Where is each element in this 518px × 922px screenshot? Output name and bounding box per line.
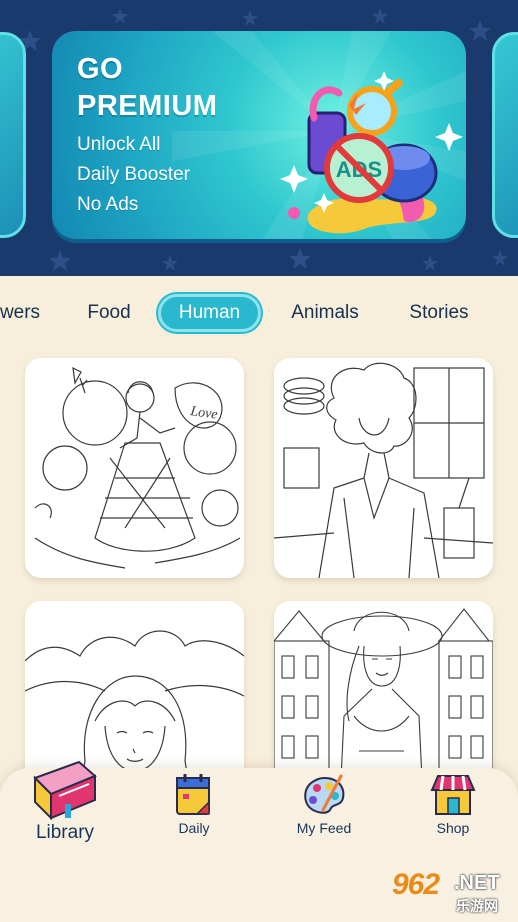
tab-food[interactable]: Food (84, 294, 134, 332)
feature-unlock-all: Unlock All (77, 134, 161, 155)
nav-my-feed[interactable]: My Feed (291, 770, 357, 836)
feature-daily-booster: Daily Booster (77, 164, 190, 185)
feature-no-ads: No Ads (77, 194, 139, 215)
premium-banner-area: GO PREMIUM Unlock All Daily Booster No A… (0, 0, 518, 276)
nav-daily[interactable]: Daily (164, 770, 224, 836)
watermark-suffix: .NET (454, 872, 500, 894)
previous-banner-card[interactable] (0, 32, 26, 238)
site-watermark: 962 .NET 乐游网 (388, 868, 514, 920)
premium-title: GO PREMIUM (77, 51, 277, 125)
premium-title-line2: PREMIUM (77, 90, 218, 122)
palette-icon (304, 774, 345, 814)
shop-icon (430, 775, 476, 815)
no-ads-illustration: ADS (280, 71, 463, 234)
tab-flowers[interactable]: wers (0, 294, 42, 332)
nav-my-feed-label: My Feed (296, 820, 352, 836)
artwork-card-curly-woman[interactable] (274, 358, 493, 578)
next-banner-card[interactable] (492, 32, 518, 238)
line-art-girl-balloons: Love (34, 366, 241, 569)
premium-feature-list: Unlock All Daily Booster No Ads (77, 130, 190, 220)
tab-human[interactable]: Human (158, 294, 261, 332)
line-art-curly-woman (274, 362, 493, 578)
category-tabs: wers Food Human Animals Stories (0, 276, 518, 351)
watermark-number: 962 (392, 868, 440, 901)
artwork-card-girl-balloons[interactable]: Love (25, 358, 244, 578)
nav-library-label: Library (35, 822, 95, 843)
tab-stories[interactable]: Stories (406, 294, 472, 332)
premium-title-line1: GO (77, 53, 124, 85)
watermark-subtitle: 乐游网 (456, 898, 498, 914)
nav-shop-label: Shop (436, 820, 470, 836)
nav-library[interactable]: Library (24, 756, 106, 844)
love-balloon-text: Love (188, 404, 218, 423)
tab-animals[interactable]: Animals (286, 294, 364, 332)
nav-daily-label: Daily (178, 820, 210, 836)
nav-shop[interactable]: Shop (426, 770, 480, 836)
calendar-icon (176, 774, 210, 815)
go-premium-card[interactable]: GO PREMIUM Unlock All Daily Booster No A… (52, 31, 466, 239)
book-icon (33, 760, 97, 821)
